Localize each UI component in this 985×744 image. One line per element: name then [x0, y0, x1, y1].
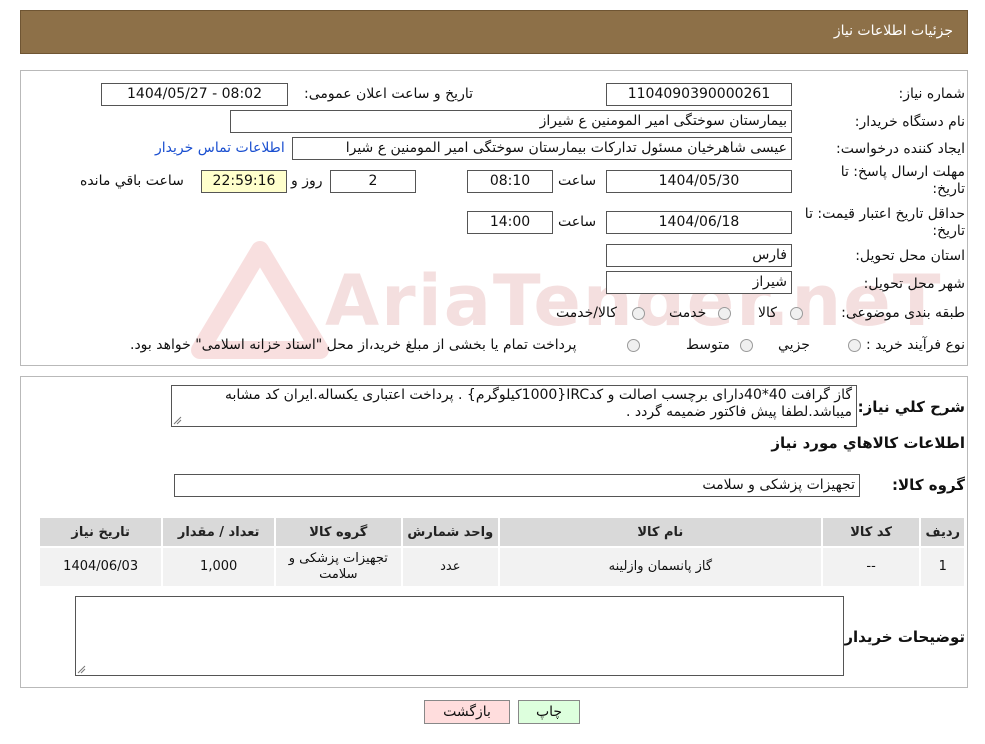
col-name: نام کالا	[497, 516, 823, 548]
buyer-contact-link[interactable]: اطلاعات تماس خریدار	[155, 140, 285, 156]
category-radio-goods-service[interactable]	[632, 307, 645, 320]
deadline-date-field: 1404/05/30	[606, 170, 792, 193]
process-radio-minor[interactable]	[848, 339, 861, 352]
announce-datetime-field: 1404/05/27 - 08:02	[101, 83, 288, 106]
need-number-field: 1104090390000261	[606, 83, 792, 106]
goods-group-label: گروه کالا:	[892, 476, 965, 494]
buyer-notes-textarea[interactable]	[75, 596, 844, 676]
col-group: گروه کالا	[274, 516, 403, 548]
table-row: 1 -- گاز پانسمان وازلینه عدد تجهیزات پزش…	[37, 546, 966, 588]
resize-grip-icon[interactable]	[77, 665, 86, 674]
description-label: شرح کلي نياز:	[857, 398, 965, 416]
remaining-label: ساعت باقي مانده	[80, 173, 184, 189]
announce-label: تاریخ و ساعت اعلان عمومی:	[304, 86, 473, 102]
page-title: جزئیات اطلاعات نیاز	[833, 23, 953, 39]
buyer-notes-label: توضیحات خریدار:	[838, 628, 965, 646]
validity-label: حداقل تاریخ اعتبار قیمت: تا تاریخ:	[804, 206, 965, 239]
col-code: کد کالا	[820, 516, 922, 548]
goods-table: رديف کد کالا نام کالا واحد شمارش گروه کا…	[37, 516, 966, 588]
category-radio-service[interactable]	[718, 307, 731, 320]
deadline-time-field: 08:10	[467, 170, 553, 193]
goods-table-header: رديف کد کالا نام کالا واحد شمارش گروه کا…	[37, 516, 966, 548]
cell-row: 1	[919, 546, 966, 588]
back-button[interactable]: بازگشت	[424, 700, 510, 724]
validity-time-label: ساعت	[558, 214, 597, 230]
category-radio-goods[interactable]	[790, 307, 803, 320]
days-label: روز و	[291, 173, 323, 189]
col-date: تاریخ نیاز	[37, 516, 164, 548]
province-label: استان محل تحویل:	[855, 248, 965, 264]
col-unit: واحد شمارش	[400, 516, 500, 548]
deadline-label: مهلت ارسال پاسخ: تا تاریخ:	[840, 164, 965, 197]
resize-grip-icon[interactable]	[173, 416, 182, 425]
category-option-goods-service: کالا/خدمت	[556, 305, 617, 321]
process-radio-treasury[interactable]	[627, 339, 640, 352]
process-radio-medium[interactable]	[740, 339, 753, 352]
province-field: فارس	[606, 244, 792, 267]
cell-unit: عدد	[400, 546, 500, 588]
col-row: رديف	[919, 516, 966, 548]
remaining-days-field: 2	[330, 170, 416, 193]
col-qty: تعداد / مقدار	[161, 516, 277, 548]
goods-section-title: اطلاعات کالاهاي مورد نياز	[771, 434, 965, 452]
validity-time-field: 14:00	[467, 211, 553, 234]
process-option-minor: جزیي	[778, 337, 810, 353]
process-note: پرداخت تمام یا بخشی از مبلغ خرید،از محل …	[130, 337, 577, 353]
process-option-medium: متوسط	[686, 337, 730, 353]
category-label: طبقه بندی موضوعی:	[841, 305, 965, 321]
goods-group-field: تجهیزات پزشکی و سلامت	[174, 474, 860, 497]
validity-date-field: 1404/06/18	[606, 211, 792, 234]
cell-group: تجهیزات پزشکی و سلامت	[274, 546, 403, 588]
print-button[interactable]: چاپ	[518, 700, 580, 724]
buyer-org-field: بیمارستان سوختگی امیر المومنین ع شیراز	[230, 110, 792, 133]
category-option-goods: کالا	[758, 305, 777, 321]
description-textarea: گاز گرافت 40*40دارای برچسب اصالت و کدIRC…	[171, 385, 857, 427]
requester-label: ایجاد کننده درخواست:	[836, 141, 965, 157]
city-field: شیراز	[606, 271, 792, 294]
cell-code: --	[820, 546, 922, 588]
buyer-org-label: نام دستگاه خریدار:	[854, 114, 965, 130]
cell-date: 1404/06/03	[37, 546, 164, 588]
cell-name: گاز پانسمان وازلینه	[497, 546, 823, 588]
process-label: نوع فرآیند خرید :	[866, 337, 965, 353]
description-text: گاز گرافت 40*40دارای برچسب اصالت و کدIRC…	[225, 387, 852, 420]
page-header: جزئیات اطلاعات نیاز	[20, 10, 968, 54]
cell-qty: 1,000	[161, 546, 277, 588]
requester-field: عیسی شاهرخیان مسئول تدارکات بیمارستان سو…	[292, 137, 792, 160]
remaining-time-field: 22:59:16	[201, 170, 287, 193]
city-label: شهر محل تحویل:	[863, 276, 965, 292]
category-option-service: خدمت	[669, 305, 707, 321]
need-number-label: شماره نیاز:	[898, 86, 966, 102]
deadline-time-label: ساعت	[558, 173, 597, 189]
